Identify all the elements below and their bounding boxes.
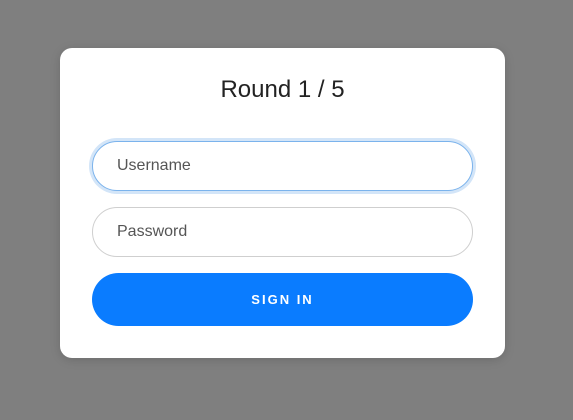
- login-card: Round 1 / 5 SIGN IN: [60, 48, 505, 358]
- sign-in-button[interactable]: SIGN IN: [92, 273, 473, 326]
- round-title: Round 1 / 5: [220, 76, 345, 103]
- password-input[interactable]: [92, 207, 473, 257]
- username-input[interactable]: [92, 141, 473, 191]
